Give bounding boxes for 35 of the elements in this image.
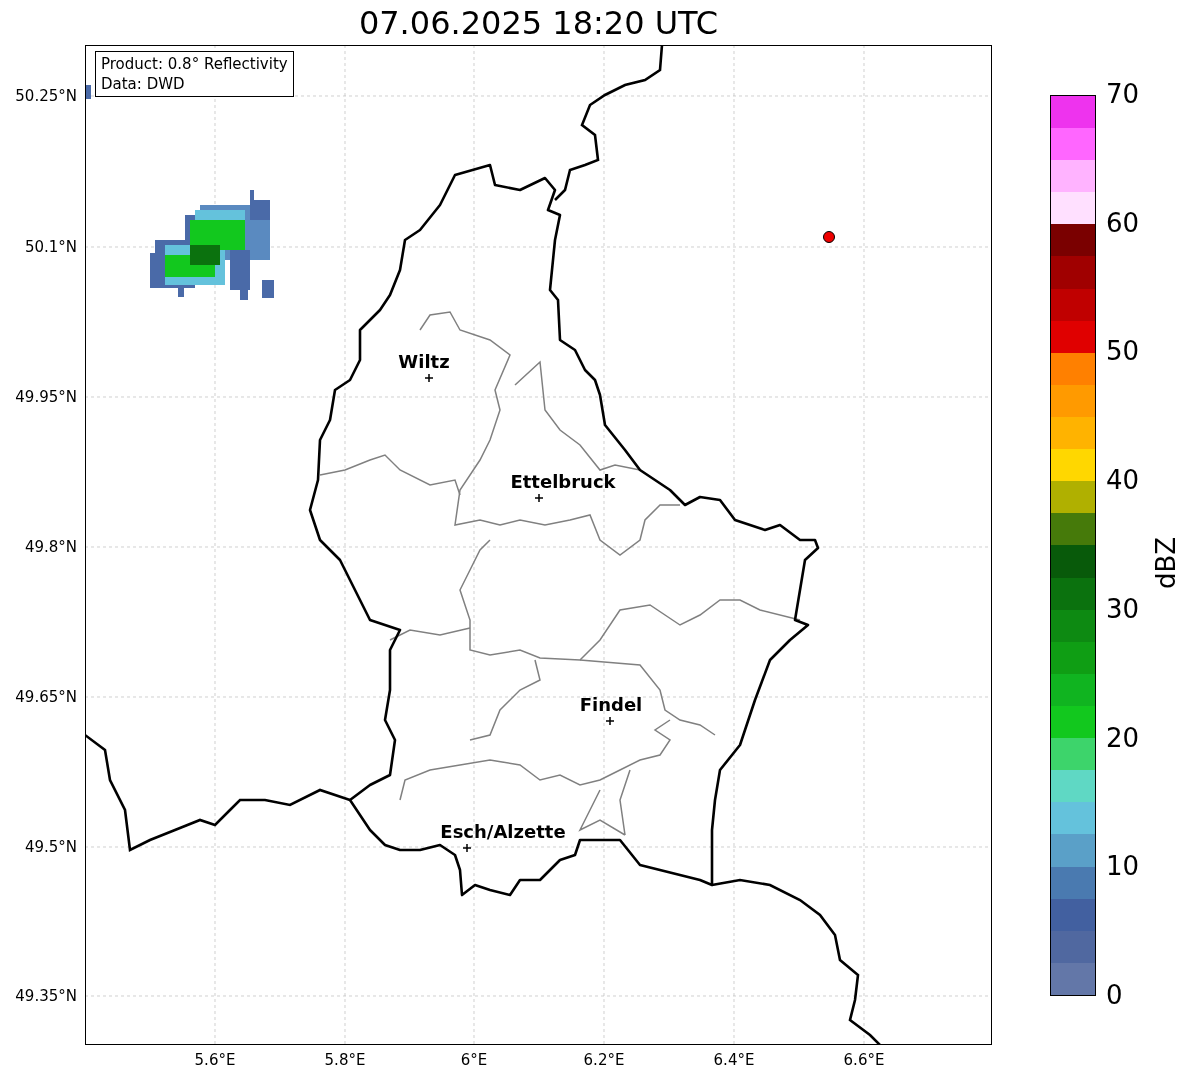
colorbar-tick-label: 20 bbox=[1106, 724, 1140, 751]
colorbar-tick-label: 30 bbox=[1106, 595, 1140, 622]
plus-marker-icon bbox=[605, 716, 615, 726]
axis-tick-label: 49.95°N bbox=[15, 389, 77, 405]
axis-tick-label: 49.5°N bbox=[24, 839, 77, 855]
place-label: Esch/Alzette bbox=[440, 823, 566, 841]
axis-tick-label: 6.6°E bbox=[843, 1053, 885, 1068]
place-label: Wiltz bbox=[398, 353, 450, 371]
place-label: Findel bbox=[579, 696, 643, 714]
axis-tick-label: 6.2°E bbox=[583, 1053, 625, 1068]
colorbar-tick-label: 50 bbox=[1106, 338, 1140, 365]
colorbar-label: dBZ bbox=[1153, 536, 1180, 590]
axis-tick-label: 6°E bbox=[460, 1053, 488, 1068]
plus-marker-icon bbox=[534, 493, 544, 503]
place-label: Ettelbruck bbox=[510, 473, 616, 491]
radar-echo bbox=[86, 85, 91, 99]
axis-tick-label: 49.8°N bbox=[24, 539, 77, 555]
colorbar-tick-label: 0 bbox=[1106, 982, 1123, 1008]
colorbar-tick-label: 60 bbox=[1106, 209, 1140, 236]
colorbar-tick-label: 40 bbox=[1106, 467, 1140, 494]
plus-marker-icon bbox=[462, 843, 472, 853]
axis-tick-label: 6.4°E bbox=[713, 1053, 755, 1068]
location-dot bbox=[823, 231, 835, 243]
axis-tick-label: 49.65°N bbox=[15, 689, 77, 705]
colorbar-tick-label: 10 bbox=[1106, 853, 1140, 880]
axis-tick-label: 5.8°E bbox=[324, 1053, 366, 1068]
plus-marker-icon bbox=[424, 373, 434, 383]
axis-tick-label: 5.6°E bbox=[194, 1053, 236, 1068]
chart-title: 07.06.2025 18:20 UTC bbox=[358, 6, 719, 39]
axis-tick-label: 49.35°N bbox=[15, 988, 77, 1004]
axis-tick-label: 50.25°N bbox=[15, 88, 77, 104]
info-text: Product: 0.8° Reflectivity bbox=[101, 54, 288, 74]
info-text: Data: DWD bbox=[101, 74, 186, 94]
axis-tick-label: 50.1°N bbox=[24, 239, 77, 255]
colorbar-tick-label: 70 bbox=[1106, 81, 1140, 107]
